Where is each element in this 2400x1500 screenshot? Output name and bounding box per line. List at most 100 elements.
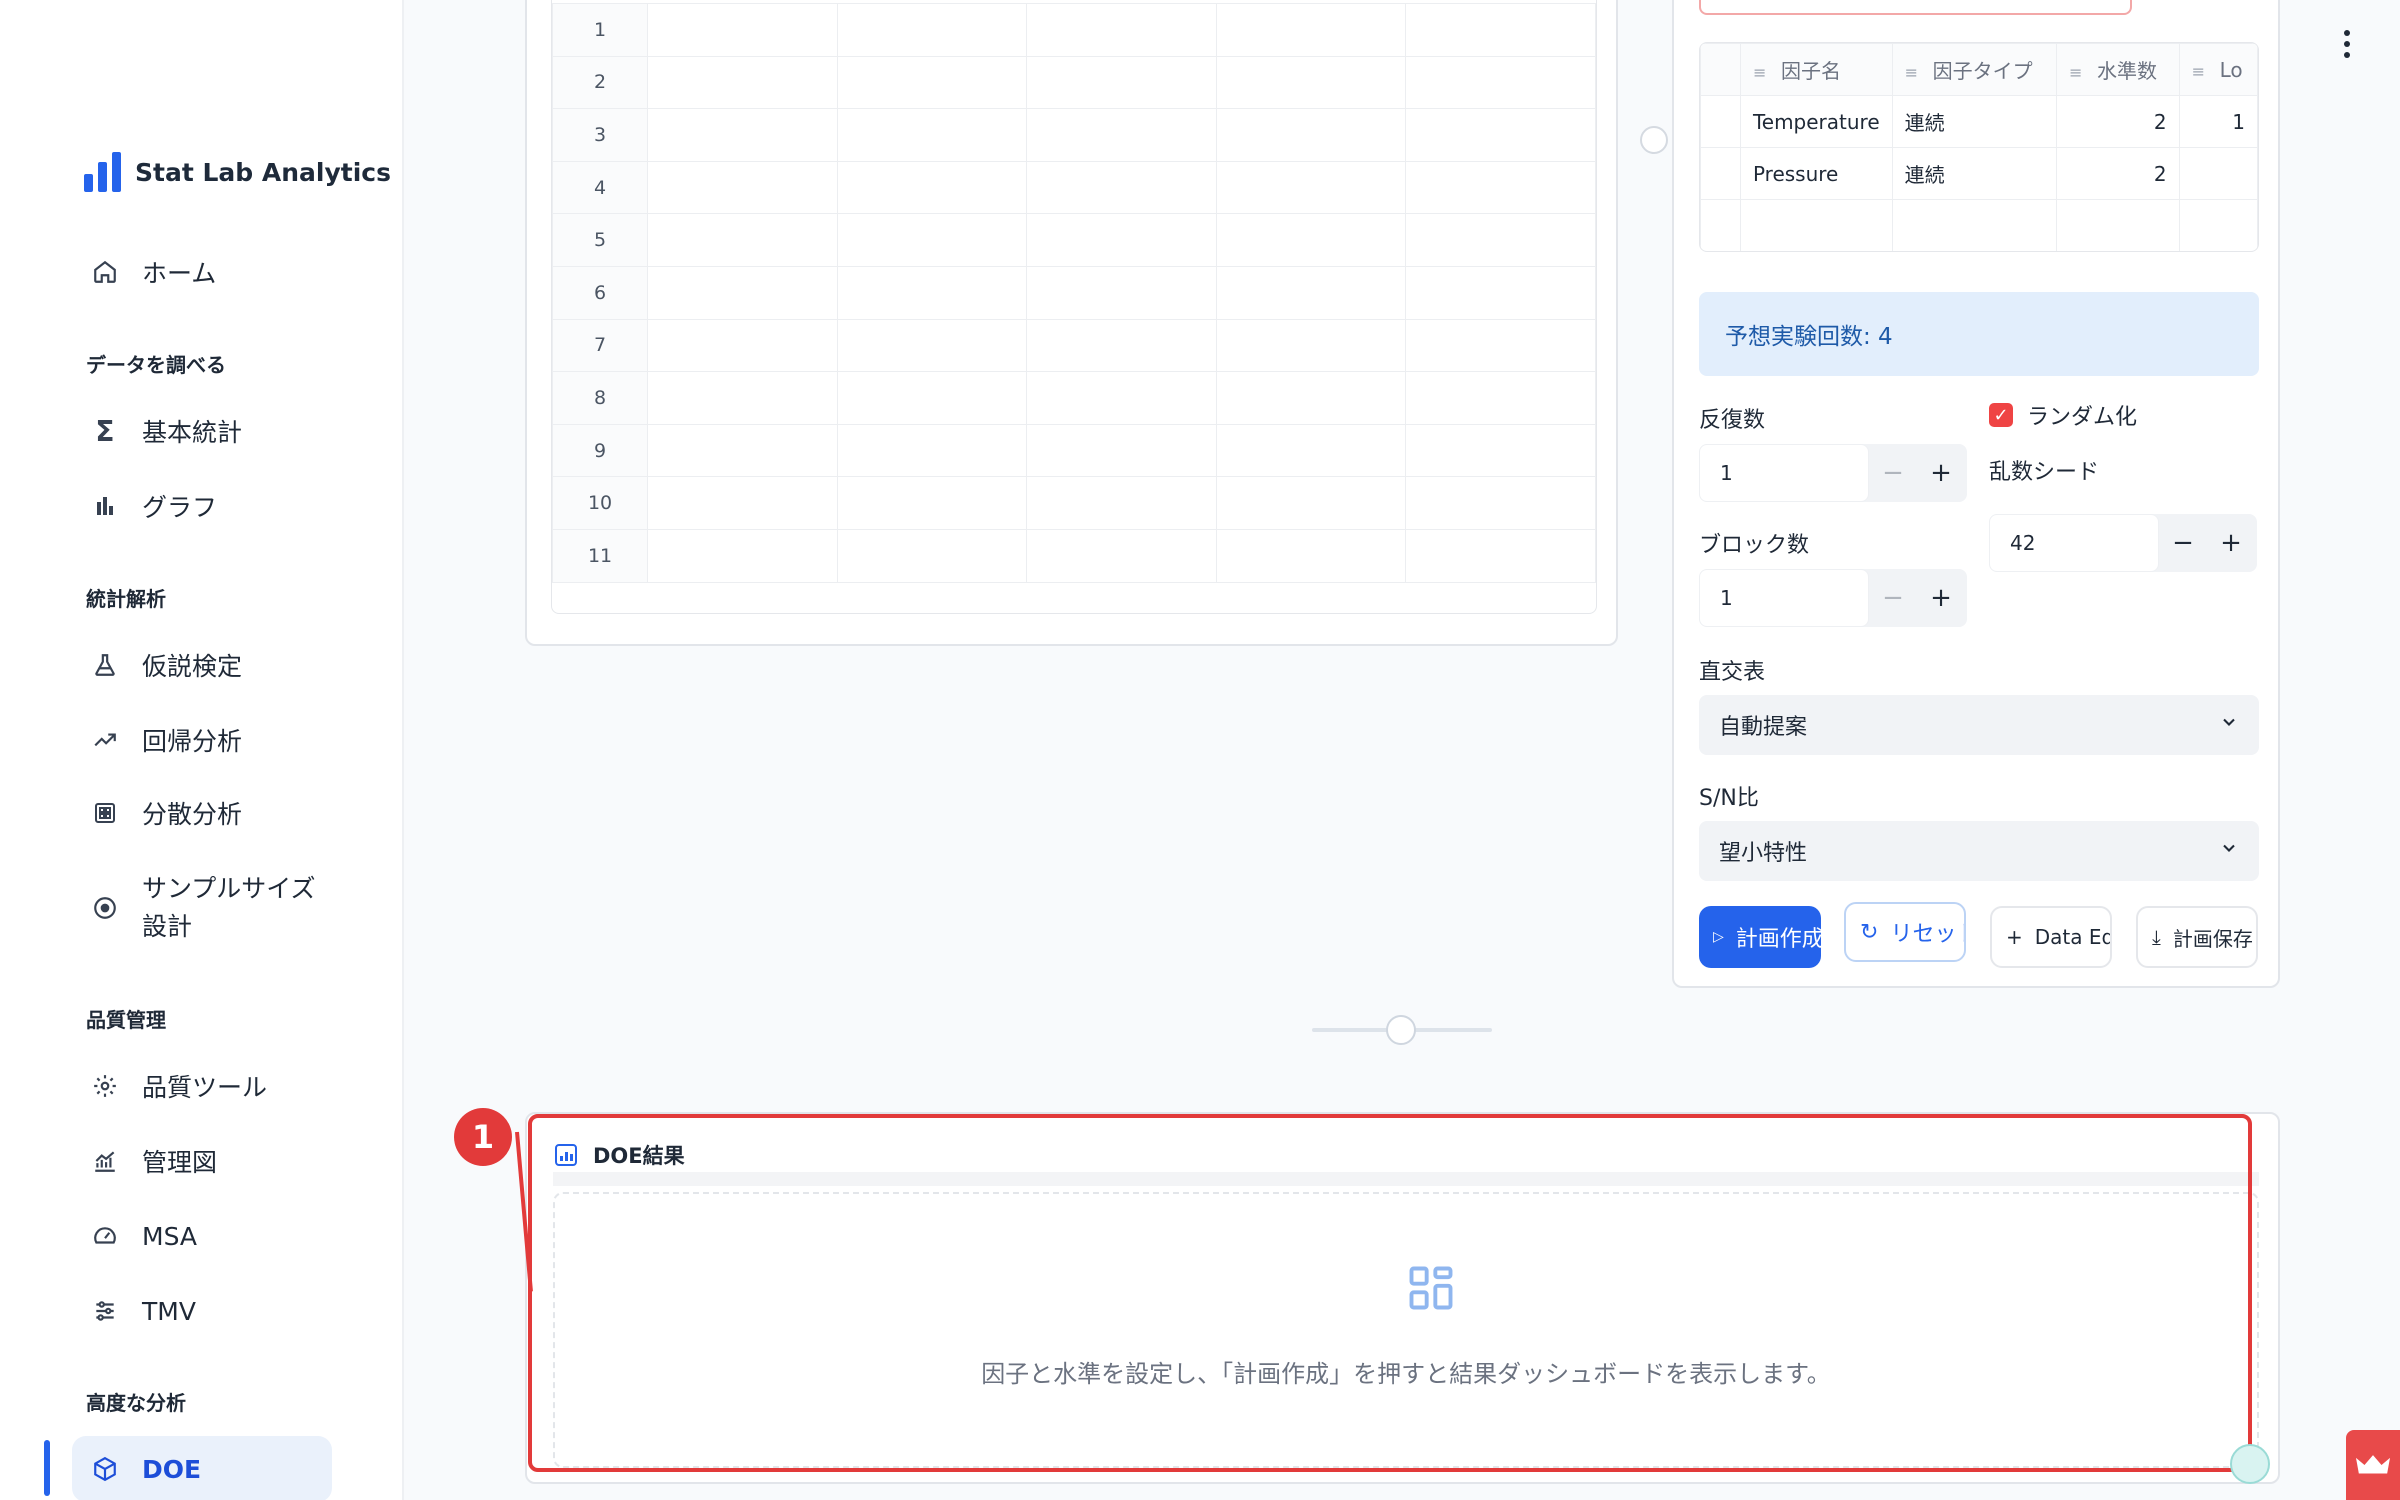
grid-cell[interactable] (647, 371, 838, 425)
panel-resize-handle[interactable] (1640, 126, 1668, 154)
splitter-knob[interactable] (1386, 1015, 1416, 1045)
grid-cell[interactable] (1405, 265, 1596, 320)
table-row[interactable]: 3 (552, 108, 1596, 162)
seed-input[interactable]: 42 (1989, 514, 2159, 572)
grid-cell[interactable] (836, 213, 1028, 267)
table-row[interactable]: 1 (552, 3, 1596, 57)
grid-cell[interactable] (836, 371, 1028, 425)
grid-cell[interactable] (836, 3, 1028, 57)
sn-select[interactable]: 望小特性 (1699, 821, 2259, 881)
data-editor-button[interactable]: + Data Editor (1990, 906, 2112, 968)
grid-cell[interactable] (1026, 3, 1217, 57)
grid-cell[interactable] (1026, 108, 1217, 162)
grid-cell[interactable] (1215, 3, 1407, 57)
grid-cell[interactable] (1405, 423, 1596, 478)
grid-cell[interactable] (836, 528, 1028, 583)
data-grid[interactable]: 1 2 3 4 5 6 7 8 9 10 11 (551, 0, 1597, 614)
factor-name-cell[interactable]: Temperature (1739, 95, 1893, 148)
empty-cell[interactable] (1739, 199, 1893, 251)
nav-anova[interactable]: 分散分析 (72, 783, 332, 843)
table-row[interactable]: 8 (552, 371, 1596, 425)
reset-button[interactable]: ↻ リセット (1844, 902, 1966, 962)
grid-cell[interactable] (836, 318, 1028, 373)
nav-msa[interactable]: MSA (72, 1206, 332, 1266)
grid-cell[interactable] (1405, 3, 1596, 57)
grid-cell[interactable] (1026, 318, 1217, 373)
table-row[interactable]: Pressure 連続 2 (1700, 147, 2258, 200)
table-row[interactable]: Temperature 連続 2 1 (1700, 95, 2258, 148)
factor-header-levels[interactable]: ≡ 水準数 (2056, 43, 2180, 96)
factor-type-cell[interactable]: 連続 (1891, 147, 2058, 200)
grid-cell[interactable] (1215, 265, 1407, 320)
nav-sample-size[interactable]: サンプルサイズ 設計 (72, 868, 332, 948)
grid-cell[interactable] (1405, 371, 1596, 425)
empty-cell[interactable] (2178, 199, 2258, 251)
factor-type-cell[interactable]: 連続 (1891, 95, 2058, 148)
grid-cell[interactable] (1215, 108, 1407, 162)
seed-decrement-button[interactable]: − (2159, 514, 2207, 572)
table-row[interactable]: 9 (552, 423, 1596, 478)
factor-levels-cell[interactable]: 2 (2056, 95, 2180, 148)
table-row[interactable]: 2 (552, 55, 1596, 110)
grid-cell[interactable] (1026, 371, 1217, 425)
grid-cell[interactable] (836, 423, 1028, 478)
factor-name-cell[interactable]: Pressure (1739, 147, 1893, 200)
grid-cell[interactable] (1405, 160, 1596, 215)
grid-cell[interactable] (647, 528, 838, 583)
grid-cell[interactable] (647, 3, 838, 57)
table-row-empty[interactable] (1700, 199, 2258, 251)
grid-cell[interactable] (836, 160, 1028, 215)
grid-cell[interactable] (1026, 160, 1217, 215)
table-row[interactable]: 10 (552, 476, 1596, 530)
grid-cell[interactable] (1215, 318, 1407, 373)
table-row[interactable]: 6 (552, 265, 1596, 320)
grid-cell[interactable] (836, 55, 1028, 110)
replicates-input[interactable]: 1 (1699, 444, 1869, 502)
factor-header-type[interactable]: ≡ 因子タイプ (1891, 43, 2058, 96)
nav-control-chart[interactable]: 管理図 (72, 1131, 332, 1191)
grid-cell[interactable] (1026, 55, 1217, 110)
table-row[interactable]: 5 (552, 213, 1596, 267)
brand[interactable]: Stat Lab Analytics (84, 152, 391, 192)
grid-cell[interactable] (647, 476, 838, 530)
grid-cell[interactable] (1405, 55, 1596, 110)
blocks-decrement-button[interactable]: − (1869, 569, 1917, 627)
grid-cell[interactable] (647, 55, 838, 110)
save-plan-button[interactable]: ⤓ 計画保存 (2136, 906, 2258, 968)
nav-graph[interactable]: グラフ (72, 476, 332, 536)
grid-cell[interactable] (1405, 528, 1596, 583)
replicates-increment-button[interactable]: + (1917, 444, 1965, 502)
crown-icon[interactable] (2346, 1430, 2400, 1500)
nav-doe[interactable]: DOE (72, 1436, 332, 1500)
grid-cell[interactable] (1026, 423, 1217, 478)
nav-quality-tools[interactable]: 品質ツール (72, 1056, 332, 1116)
nav-regression[interactable]: 回帰分析 (72, 710, 332, 770)
factor-low-cell[interactable] (2178, 147, 2258, 200)
empty-cell[interactable] (1891, 199, 2058, 251)
grid-cell[interactable] (1215, 423, 1407, 478)
factor-table[interactable]: ≡ 因子名 ≡ 因子タイプ ≡ 水準数 ≡ Lo Temperature 連続 2 1 … (1699, 42, 2259, 252)
nav-basic-stats[interactable]: Σ 基本統計 (72, 401, 332, 461)
replicates-decrement-button[interactable]: − (1869, 444, 1917, 502)
grid-cell[interactable] (1215, 55, 1407, 110)
grid-cell[interactable] (1026, 528, 1217, 583)
grid-cell[interactable] (1026, 476, 1217, 530)
grid-cell[interactable] (1026, 213, 1217, 267)
table-row[interactable]: 11 (552, 528, 1596, 583)
grid-cell[interactable] (647, 108, 838, 162)
grid-cell[interactable] (1405, 108, 1596, 162)
nav-tmv[interactable]: TMV (72, 1281, 332, 1341)
blocks-increment-button[interactable]: + (1917, 569, 1965, 627)
grid-cell[interactable] (647, 213, 838, 267)
grid-cell[interactable] (647, 160, 838, 215)
factor-header-low[interactable]: ≡ Lo (2178, 43, 2258, 96)
create-plan-button[interactable]: ▷ 計画作成 (1699, 906, 1821, 968)
grid-cell[interactable] (1405, 318, 1596, 373)
randomize-checkbox[interactable]: ✓ ランダム化 (1989, 399, 2137, 431)
blocks-input[interactable]: 1 (1699, 569, 1869, 627)
grid-cell[interactable] (1215, 371, 1407, 425)
assistant-icon[interactable] (2230, 1444, 2270, 1484)
grid-cell[interactable] (1215, 160, 1407, 215)
factor-header-name[interactable]: ≡ 因子名 (1739, 43, 1893, 96)
grid-cell[interactable] (647, 423, 838, 478)
